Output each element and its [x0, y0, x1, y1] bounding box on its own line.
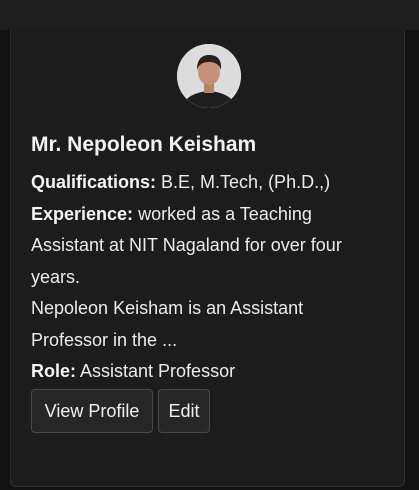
role-row: Role: Assistant Professor	[31, 356, 361, 388]
bio-text: Nepoleon Keisham is an Assistant Profess…	[31, 298, 304, 350]
qualifications-row: Qualifications: B.E, M.Tech, (Ph.D.,)	[31, 167, 361, 199]
role-label: Role:	[31, 361, 76, 381]
qualifications-value: B.E, M.Tech, (Ph.D.,)	[161, 172, 331, 192]
experience-label: Experience:	[31, 203, 134, 224]
edit-button[interactable]: Edit	[158, 389, 210, 433]
experience-row: Experience: worked as a Teaching Assista…	[31, 199, 361, 294]
profile-details: Qualifications: B.E, M.Tech, (Ph.D.,) Ex…	[31, 167, 361, 388]
top-bar	[0, 0, 419, 30]
faculty-card: Mr. Nepoleon Keisham Qualifications: B.E…	[10, 30, 405, 487]
view-profile-button[interactable]: View Profile	[31, 389, 153, 433]
faculty-name: Mr. Nepoleon Keisham	[31, 133, 257, 156]
person-portrait-icon	[177, 44, 241, 108]
avatar	[177, 44, 241, 108]
qualifications-label: Qualifications:	[31, 172, 157, 192]
role-value: Assistant Professor	[80, 361, 236, 381]
